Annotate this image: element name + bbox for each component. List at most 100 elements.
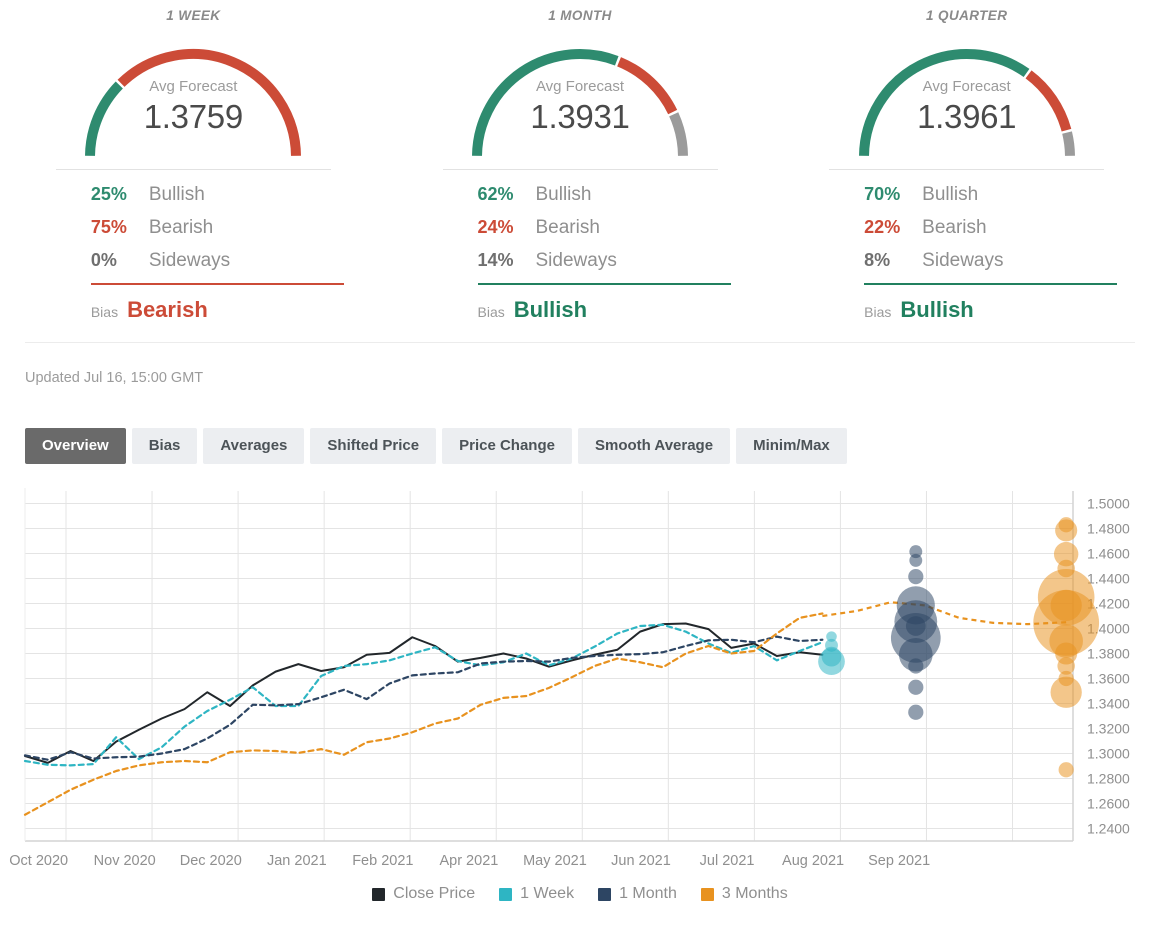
forecast-chart: 1.50001.48001.46001.44001.42001.40001.38… xyxy=(0,483,1160,883)
y-axis-tick-label: 1.4400 xyxy=(1087,571,1130,587)
panel-title: 1 WEEK xyxy=(166,8,220,23)
sentiment-stats: 25%Bullish75%Bearish0%SidewaysBiasBearis… xyxy=(56,169,331,323)
x-axis-tick-label: Feb 2021 xyxy=(352,853,413,869)
bias-row: Bias Bullish xyxy=(478,297,718,323)
bias-underline xyxy=(478,283,731,285)
y-axis-tick-label: 1.2600 xyxy=(1087,796,1130,812)
y-axis-tick-label: 1.4800 xyxy=(1087,521,1130,537)
stat-label: Bearish xyxy=(536,217,600,239)
bias-label: Bias xyxy=(478,304,505,320)
tab-smooth-average[interactable]: Smooth Average xyxy=(578,428,730,464)
y-axis-tick-label: 1.3400 xyxy=(1087,696,1130,712)
forecast-bubble-1-month xyxy=(908,569,923,584)
stat-row-bearish: 22%Bearish xyxy=(864,217,1104,239)
stat-percent: 70% xyxy=(864,184,922,205)
chart-forecast-projection-line xyxy=(822,603,1066,625)
tab-shifted-price[interactable]: Shifted Price xyxy=(310,428,436,464)
chart-series-1-month xyxy=(25,637,822,760)
stat-row-bearish: 24%Bearish xyxy=(478,217,718,239)
chart-series-1-week xyxy=(25,625,822,766)
stat-row-sideways: 14%Sideways xyxy=(478,250,718,272)
stat-label: Bullish xyxy=(922,184,978,206)
sentiment-stats: 70%Bullish22%Bearish8%SidewaysBiasBullis… xyxy=(829,169,1104,323)
sentiment-gauge: Avg Forecast1.3759 xyxy=(59,27,327,167)
stat-label: Bearish xyxy=(149,217,213,239)
bias-underline xyxy=(91,283,344,285)
x-axis-tick-label: Sep 2021 xyxy=(868,853,930,869)
stat-row-sideways: 8%Sideways xyxy=(864,250,1104,272)
legend-item[interactable]: 1 Month xyxy=(598,885,677,903)
y-axis-tick-label: 1.3800 xyxy=(1087,646,1130,662)
stat-percent: 24% xyxy=(478,217,536,238)
stat-row-bullish: 25%Bullish xyxy=(91,184,331,206)
legend-label: 1 Month xyxy=(619,885,677,903)
forecast-bubble-1-month xyxy=(908,680,923,695)
forecast-bubble-1-month xyxy=(909,554,922,567)
stat-percent: 14% xyxy=(478,250,536,271)
x-axis-tick-label: Apr 2021 xyxy=(439,853,498,869)
gauge-segment-bullish xyxy=(90,85,119,156)
legend-item[interactable]: 3 Months xyxy=(701,885,788,903)
forecast-bubble-3-months xyxy=(1051,677,1082,708)
section-divider xyxy=(25,342,1135,343)
legend-swatch-icon xyxy=(701,888,714,901)
stat-row-bullish: 62%Bullish xyxy=(478,184,718,206)
gauge-segment-bearish xyxy=(1028,74,1066,130)
gauge-segment-sideways xyxy=(1067,133,1070,156)
stat-label: Sideways xyxy=(536,250,617,272)
bias-value: Bullish xyxy=(900,297,973,323)
forecast-chart-svg: 1.50001.48001.46001.44001.42001.40001.38… xyxy=(0,483,1160,883)
stat-percent: 75% xyxy=(91,217,149,238)
x-axis-tick-label: Aug 2021 xyxy=(782,853,844,869)
stat-label: Sideways xyxy=(149,250,230,272)
panel-title: 1 QUARTER xyxy=(926,8,1007,23)
x-axis-tick-label: Oct 2020 xyxy=(9,853,68,869)
legend-swatch-icon xyxy=(598,888,611,901)
legend-item[interactable]: 1 Week xyxy=(499,885,574,903)
chart-series-3-months xyxy=(25,614,822,815)
tab-bias[interactable]: Bias xyxy=(132,428,198,464)
chart-tab-bar: OverviewBiasAveragesShifted PricePrice C… xyxy=(25,428,1160,464)
y-axis-tick-label: 1.2800 xyxy=(1087,771,1130,787)
forecast-panel-1: 1 WEEKAvg Forecast1.375925%Bullish75%Bea… xyxy=(0,8,387,323)
stat-label: Bullish xyxy=(149,184,205,206)
y-axis-tick-label: 1.4600 xyxy=(1087,546,1130,562)
tab-price-change[interactable]: Price Change xyxy=(442,428,572,464)
x-axis-tick-label: Jan 2021 xyxy=(267,853,327,869)
bias-value: Bullish xyxy=(514,297,587,323)
forecast-bubble-3-months xyxy=(1059,762,1074,777)
bias-underline xyxy=(864,283,1117,285)
stat-label: Bearish xyxy=(922,217,986,239)
forecast-panel-2: 1 MONTHAvg Forecast1.393162%Bullish24%Be… xyxy=(387,8,774,323)
gauge-segment-sideways xyxy=(674,114,683,155)
gauge-segment-bearish xyxy=(619,62,673,112)
stat-row-sideways: 0%Sideways xyxy=(91,250,331,272)
forecast-bubble-1-month xyxy=(908,659,923,674)
legend-swatch-icon xyxy=(499,888,512,901)
y-axis-tick-label: 1.2400 xyxy=(1087,821,1130,837)
x-axis-tick-label: Jul 2021 xyxy=(700,853,755,869)
bias-value: Bearish xyxy=(127,297,208,323)
x-axis-tick-label: Dec 2020 xyxy=(180,853,242,869)
y-axis-tick-label: 1.3600 xyxy=(1087,671,1130,687)
forecast-bubble-3-months xyxy=(1055,520,1077,542)
legend-label: 3 Months xyxy=(722,885,788,903)
stat-row-bullish: 70%Bullish xyxy=(864,184,1104,206)
y-axis-tick-label: 1.3000 xyxy=(1087,746,1130,762)
bias-label: Bias xyxy=(91,304,118,320)
stat-row-bearish: 75%Bearish xyxy=(91,217,331,239)
stat-percent: 22% xyxy=(864,217,922,238)
tab-overview[interactable]: Overview xyxy=(25,428,126,464)
bias-label: Bias xyxy=(864,304,891,320)
legend-item[interactable]: Close Price xyxy=(372,885,475,903)
panel-title: 1 MONTH xyxy=(548,8,612,23)
y-axis-tick-label: 1.3200 xyxy=(1087,721,1130,737)
x-axis-tick-label: Jun 2021 xyxy=(611,853,671,869)
forecast-panel-3: 1 QUARTERAvg Forecast1.396170%Bullish22%… xyxy=(773,8,1160,323)
chart-series-close-price xyxy=(25,624,822,763)
gauge-segment-bearish xyxy=(121,54,296,156)
x-axis-tick-label: Nov 2020 xyxy=(94,853,156,869)
legend-swatch-icon xyxy=(372,888,385,901)
tab-averages[interactable]: Averages xyxy=(203,428,304,464)
tab-minim-max[interactable]: Minim/Max xyxy=(736,428,847,464)
